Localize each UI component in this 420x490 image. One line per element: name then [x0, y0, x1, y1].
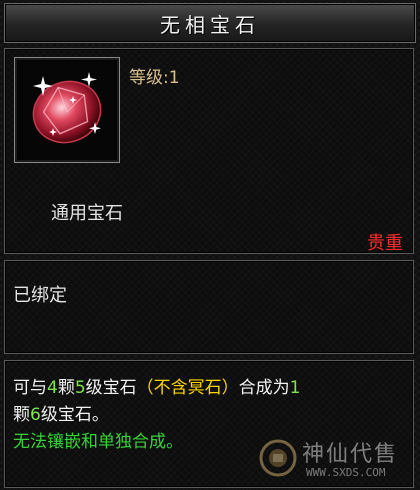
red-gem-icon: [23, 66, 111, 154]
desc-text: 级宝石。: [40, 405, 109, 425]
desc-text: 颗: [13, 405, 30, 425]
bind-status: 已绑定: [13, 285, 67, 306]
watermark-logo-icon: [259, 439, 297, 477]
item-icon-slot: [14, 57, 120, 163]
desc-text: 可与: [13, 378, 47, 398]
watermark-title: 神仙代售: [302, 442, 399, 467]
desc-note: （不含冥石）: [136, 378, 239, 398]
item-name: 无相宝石: [160, 12, 260, 37]
bind-status-panel: 已绑定: [4, 260, 414, 354]
desc-text: 合成为: [238, 378, 290, 398]
desc-level-to: 6: [30, 405, 41, 425]
item-level: 等级:1: [129, 68, 180, 88]
desc-text: 颗: [57, 378, 75, 398]
desc-level-from: 5: [74, 378, 86, 398]
desc-quantity: 4: [47, 378, 58, 398]
desc-result-quantity: 1: [289, 378, 301, 398]
site-watermark: 神仙代售 WWW.SXDS.COM: [254, 434, 414, 484]
watermark-url: WWW.SXDS.COM: [306, 466, 386, 479]
desc-text: 级宝石: [85, 378, 137, 398]
item-info-panel: 等级:1 通用宝石 贵重: [4, 48, 414, 254]
item-tooltip: 无相宝石 等级:1 通用宝石 贵重 已绑定 可与4颗5级宝石（不含冥石）合成为1…: [0, 0, 420, 490]
item-rarity: 贵重: [367, 233, 403, 254]
item-title-bar: 无相宝石: [4, 3, 416, 43]
item-category: 通用宝石: [51, 203, 123, 224]
desc-warning: 无法镶嵌和单独合成。: [13, 432, 183, 452]
